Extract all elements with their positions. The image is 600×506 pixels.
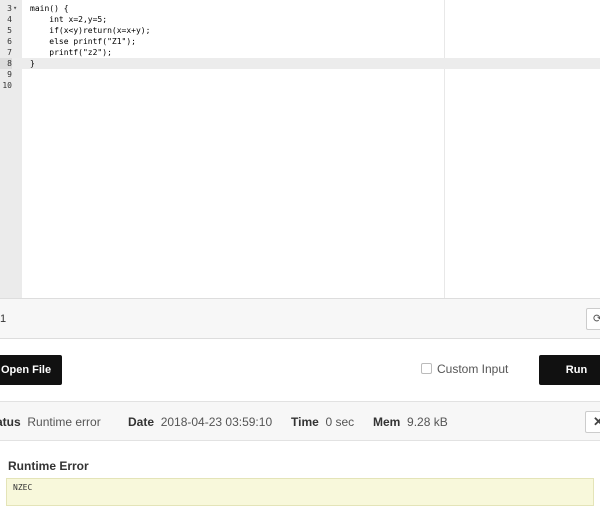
- status-bar: Status Runtime error Date 2018-04-23 03:…: [0, 401, 600, 441]
- code-line[interactable]: 7 printf("z2");: [0, 47, 600, 58]
- run-button[interactable]: Run: [539, 355, 600, 385]
- line-number: 10: [2, 81, 12, 90]
- code-line[interactable]: 8}: [0, 58, 600, 69]
- refresh-button[interactable]: ⟳: [586, 308, 600, 330]
- code-text[interactable]: else printf("Z1");: [30, 36, 136, 47]
- input-tab-bar: 1 ⟳: [0, 298, 600, 339]
- code-editor[interactable]: 3 ▾ main() {4 int x=2,y=5; 5 if(x<y)return(…: [0, 0, 600, 298]
- open-file-button[interactable]: Open File: [0, 355, 62, 385]
- error-text: NZEC: [13, 483, 33, 492]
- line-number: 5: [7, 26, 12, 35]
- code-text[interactable]: int x=2,y=5;: [30, 14, 107, 25]
- date-value: 2018-04-23 03:59:10: [160, 415, 273, 429]
- status-label: Status: [0, 415, 21, 429]
- error-output-box: NZEC: [6, 478, 594, 506]
- status-field: Status Runtime error: [0, 415, 101, 429]
- line-number: 8: [0, 58, 12, 69]
- mem-label: Mem: [373, 415, 401, 429]
- custom-input-checkbox[interactable]: [421, 363, 432, 374]
- mem-field: Mem 9.28 kB: [373, 415, 448, 429]
- tab-label[interactable]: 1: [0, 313, 6, 325]
- line-number: 6: [7, 37, 12, 46]
- custom-input-label[interactable]: Custom Input: [437, 362, 508, 376]
- action-row: Open File Custom Input Run: [0, 339, 600, 401]
- close-icon: ✕: [593, 414, 600, 429]
- close-button[interactable]: ✕: [585, 411, 600, 433]
- code-line[interactable]: 5 if(x<y)return(x=x+y);: [0, 25, 600, 36]
- time-label: Time: [291, 415, 319, 429]
- code-line[interactable]: 4 int x=2,y=5;: [0, 14, 600, 25]
- error-title: Runtime Error: [8, 459, 89, 473]
- date-field: Date 2018-04-23 03:59:10: [128, 415, 272, 429]
- mem-value: 9.28 kB: [407, 415, 448, 429]
- time-field: Time 0 sec: [291, 415, 354, 429]
- line-number: 3: [7, 4, 12, 13]
- fold-arrow-icon[interactable]: ▾: [13, 3, 17, 14]
- code-text[interactable]: main() {: [30, 3, 69, 14]
- code-line[interactable]: 10: [0, 80, 600, 91]
- line-number: 9: [7, 70, 12, 79]
- code-line[interactable]: 6 else printf("Z1");: [0, 36, 600, 47]
- code-line[interactable]: 3 ▾ main() {: [0, 3, 600, 14]
- code-text[interactable]: printf("z2");: [30, 47, 112, 58]
- code-text[interactable]: if(x<y)return(x=x+y);: [30, 25, 150, 36]
- line-number: 7: [7, 48, 12, 57]
- date-label: Date: [128, 415, 155, 429]
- refresh-icon: ⟳: [593, 313, 600, 325]
- code-line[interactable]: 9: [0, 69, 600, 80]
- line-number: 4: [7, 15, 12, 24]
- status-value: Runtime error: [27, 415, 101, 429]
- time-value: 0 sec: [325, 415, 355, 429]
- code-text[interactable]: }: [30, 58, 35, 69]
